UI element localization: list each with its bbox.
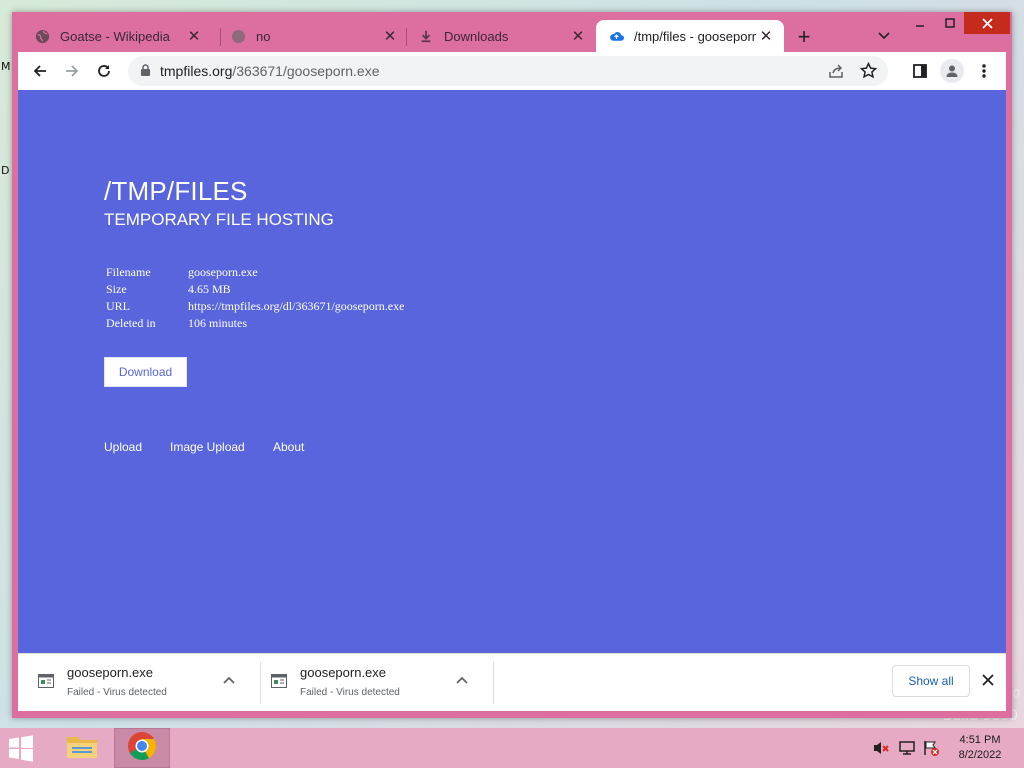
clock-date: 8/2/2022: [958, 749, 1002, 761]
download-status: Failed - Virus detected: [67, 687, 167, 698]
info-key: URL: [106, 299, 130, 313]
desktop-text-fragment: 0: [1012, 686, 1020, 701]
new-tab-button[interactable]: +: [792, 24, 816, 49]
info-value: gooseporn.exe: [188, 265, 258, 279]
info-row-deleted-in: Deleted in 106 minutes: [106, 315, 404, 332]
tab-strip: Goatse - Wikipedia ✕ no ✕ Downloads ✕ /t…: [12, 12, 1012, 52]
info-key: Deleted in: [106, 316, 156, 330]
network-icon[interactable]: [898, 740, 916, 756]
chrome-taskbar-button[interactable]: [114, 728, 170, 768]
download-item[interactable]: gooseporn.exe Failed - Virus detected: [257, 662, 487, 702]
tab-goatse-wikipedia[interactable]: Goatse - Wikipedia ✕: [22, 20, 212, 52]
show-all-button[interactable]: Show all: [892, 665, 970, 697]
file-icon: [271, 674, 287, 688]
clock-time: 4:51 PM: [959, 734, 1001, 746]
download-filename: gooseporn.exe: [67, 665, 154, 680]
close-tab-icon[interactable]: ✕: [568, 26, 588, 46]
tab-title: /tmp/files - gooseporn: [634, 28, 756, 44]
chevron-up-icon[interactable]: [222, 674, 238, 690]
chevron-up-icon[interactable]: [455, 674, 471, 690]
lock-icon[interactable]: [140, 64, 151, 82]
share-icon[interactable]: [828, 63, 844, 84]
nav-link-image-upload[interactable]: Image Upload: [170, 440, 245, 454]
info-value: 106 minutes: [188, 316, 247, 330]
folder-icon: [65, 731, 99, 766]
info-key: Filename: [106, 265, 151, 279]
info-row-filename: Filename gooseporn.exe: [106, 264, 404, 281]
download-status: Failed - Virus detected: [300, 687, 400, 698]
browser-window: Goatse - Wikipedia ✕ no ✕ Downloads ✕ /t…: [12, 12, 1012, 718]
address-bar[interactable]: tmpfiles.org/363671/gooseporn.exe: [128, 56, 888, 86]
action-center-flag-icon[interactable]: [922, 740, 940, 756]
cloud-upload-icon: [608, 28, 624, 44]
tab-search-chevron-icon[interactable]: [874, 26, 894, 46]
page-subtitle: TEMPORARY FILE HOSTING: [104, 210, 334, 229]
close-tab-icon[interactable]: ✕: [756, 26, 776, 46]
tab-no[interactable]: no ✕: [218, 20, 408, 52]
menu-kebab-icon[interactable]: [972, 59, 996, 83]
info-row-size: Size 4.65 MB: [106, 281, 404, 298]
download-shelf: gooseporn.exe Failed - Virus detected go…: [18, 653, 1006, 711]
tab-title: Goatse - Wikipedia: [60, 28, 170, 44]
nav-link-about[interactable]: About: [273, 440, 304, 454]
system-clock[interactable]: 4:51 PM 8/2/2022: [948, 733, 1012, 763]
nav-link-upload[interactable]: Upload: [104, 440, 142, 454]
file-info-table: Filename gooseporn.exe Size 4.65 MB URL …: [106, 264, 404, 332]
maximize-button[interactable]: [934, 12, 966, 34]
volume-muted-icon[interactable]: [872, 740, 890, 756]
info-value: https://tmpfiles.org/dl/363671/gooseporn…: [188, 299, 405, 313]
browser-toolbar: tmpfiles.org/363671/gooseporn.exe: [18, 52, 1006, 90]
download-icon: [418, 28, 434, 44]
tab-title: Downloads: [444, 28, 509, 44]
loading-icon: [230, 28, 246, 44]
download-filename: gooseporn.exe: [300, 665, 387, 680]
tab-title: no: [256, 28, 271, 44]
info-row-url: URL https://tmpfiles.org/dl/363671/goose…: [106, 298, 404, 315]
page-title: /TMP/FILES: [104, 176, 248, 206]
desktop-icon-label: M: [1, 60, 11, 73]
close-window-button[interactable]: [964, 12, 1010, 34]
back-button[interactable]: [28, 59, 52, 83]
file-explorer-taskbar-button[interactable]: [54, 728, 110, 768]
desktop-icon-label: D: [1, 164, 10, 177]
taskbar: 4:51 PM 8/2/2022: [0, 728, 1024, 768]
reload-button[interactable]: [92, 59, 116, 83]
download-separator: [493, 662, 494, 704]
close-tab-icon[interactable]: ✕: [184, 26, 204, 46]
file-icon: [38, 674, 54, 688]
info-key: Size: [106, 282, 127, 296]
start-button[interactable]: [6, 734, 40, 762]
profile-avatar-icon[interactable]: [940, 59, 964, 83]
close-shelf-icon[interactable]: [978, 670, 998, 690]
forward-button[interactable]: [60, 59, 84, 83]
close-tab-icon[interactable]: ✕: [380, 26, 400, 46]
bookmark-star-icon[interactable]: [859, 61, 878, 84]
side-panel-icon[interactable]: [908, 59, 932, 83]
url-text: tmpfiles.org/363671/gooseporn.exe: [160, 63, 380, 79]
tab-downloads[interactable]: Downloads ✕: [406, 20, 596, 52]
download-button[interactable]: Download: [104, 357, 187, 387]
download-item[interactable]: gooseporn.exe Failed - Virus detected: [24, 662, 254, 702]
minimize-button[interactable]: [904, 12, 936, 34]
chrome-icon: [127, 731, 157, 766]
page-content: /TMP/FILES TEMPORARY FILE HOSTING Filena…: [18, 90, 1006, 653]
tab-tmpfiles[interactable]: /tmp/files - gooseporn ✕: [596, 20, 784, 52]
info-value: 4.65 MB: [188, 282, 231, 296]
globe-icon: [34, 28, 50, 44]
